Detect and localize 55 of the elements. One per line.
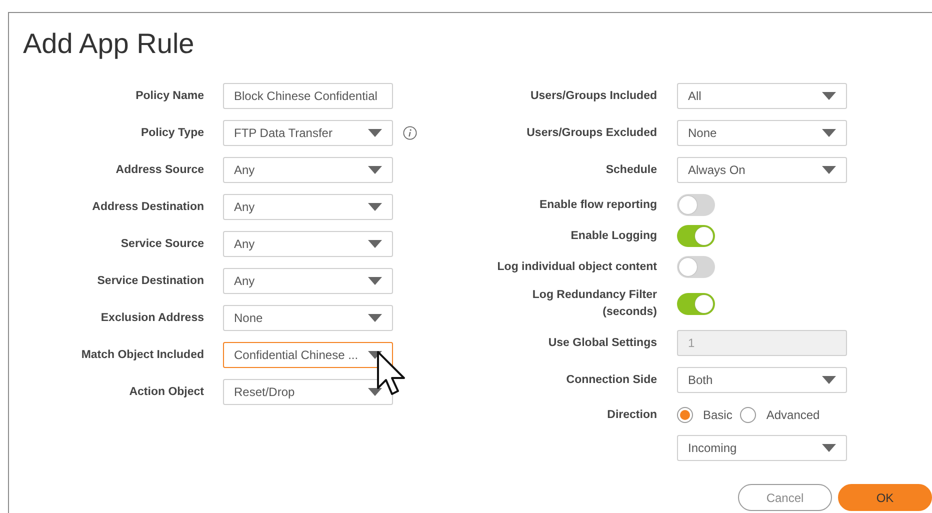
caret-icon (368, 203, 382, 211)
field-label: Service Source (120, 236, 204, 252)
info-icon[interactable] (403, 126, 417, 140)
caret-icon (368, 314, 382, 322)
dropdown[interactable]: Any (223, 231, 393, 257)
dropdown[interactable]: Always On (677, 157, 847, 183)
field-label: Log Redundancy Filter (seconds) (531, 288, 657, 320)
cancel-button[interactable]: Cancel (738, 484, 832, 511)
dropdown[interactable]: None (677, 120, 847, 146)
dropdown[interactable]: All (677, 83, 847, 109)
caret-icon (368, 166, 382, 174)
field-label: Log individual object content (497, 260, 657, 274)
radio-option[interactable]: Basic (677, 407, 732, 423)
dropdown[interactable]: None (223, 305, 393, 331)
dropdown[interactable]: Any (223, 194, 393, 220)
dropdown[interactable]: Any (223, 157, 393, 183)
field-label: Address Source (116, 162, 204, 178)
dialog-title: Add App Rule (23, 27, 194, 61)
field-label: Users/Groups Excluded (526, 126, 657, 140)
field-label: Direction (607, 408, 657, 422)
dropdown[interactable]: FTP Data Transfer (223, 120, 393, 146)
field-label: Connection Side (566, 372, 657, 388)
caret-icon (822, 129, 836, 137)
field-label: Service Destination (97, 274, 204, 288)
field-label: Policy Name (136, 88, 204, 104)
caret-icon (822, 166, 836, 174)
dropdown[interactable]: Both (677, 367, 847, 393)
field-label: Action Object (129, 384, 204, 400)
toggle-switch[interactable] (677, 194, 715, 216)
field-label: Exclusion Address (100, 310, 204, 326)
toggle-switch[interactable] (677, 256, 715, 278)
caret-icon (822, 444, 836, 452)
field-label: Match Object Included (81, 348, 204, 362)
caret-icon (822, 92, 836, 100)
field-label: Address Destination (92, 200, 204, 214)
radio-option[interactable]: Advanced (740, 407, 820, 423)
caret-icon (822, 376, 836, 384)
dropdown[interactable]: Confidential Chinese ... (223, 342, 393, 368)
field-label: Use Global Settings (548, 336, 657, 350)
field-label: Enable flow reporting (539, 198, 657, 212)
dropdown[interactable]: Any (223, 268, 393, 294)
caret-icon (368, 388, 382, 396)
toggle-switch[interactable] (677, 225, 715, 247)
field-label: Enable Logging (570, 228, 657, 244)
toggle-switch[interactable] (677, 293, 715, 315)
field-label: Schedule (606, 162, 657, 178)
ok-button[interactable]: OK (838, 484, 932, 511)
caret-icon (368, 277, 382, 285)
field-label: Policy Type (140, 126, 204, 140)
text-field[interactable]: Block Chinese Confidential (223, 83, 393, 109)
caret-icon (368, 240, 382, 248)
field-label: Users/Groups Included (530, 88, 657, 104)
dropdown[interactable]: Incoming (677, 435, 847, 461)
dropdown[interactable]: Reset/Drop (223, 379, 393, 405)
caret-icon (368, 129, 382, 137)
